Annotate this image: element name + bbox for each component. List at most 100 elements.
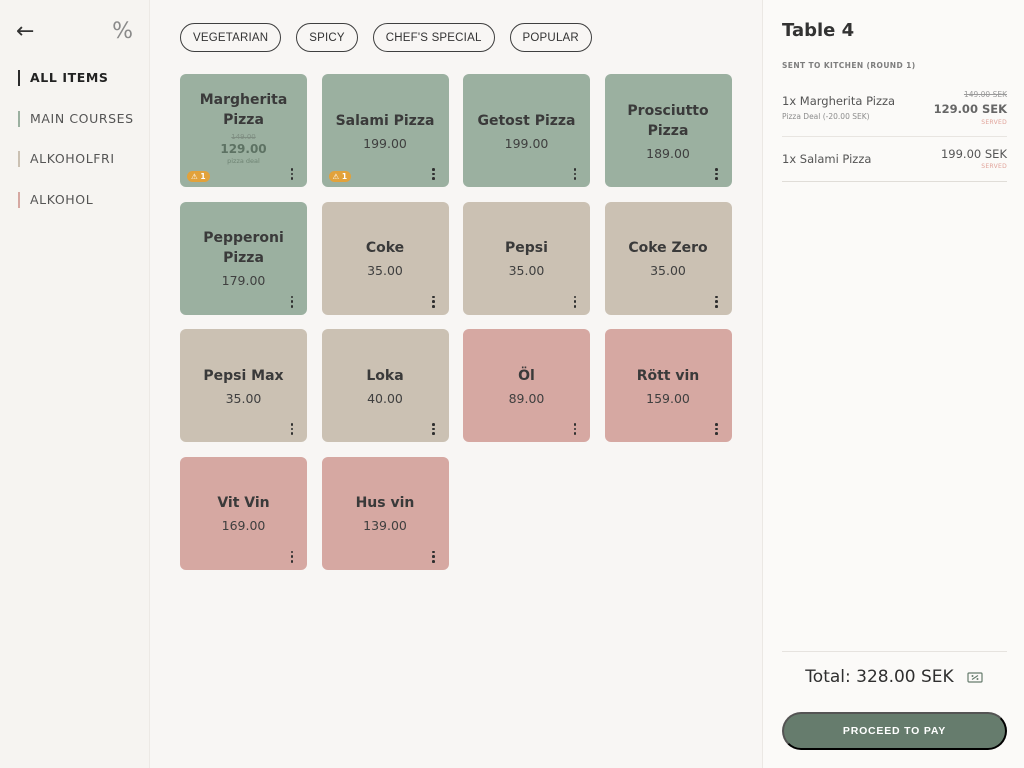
filter-chip-popular[interactable]: POPULAR bbox=[509, 23, 592, 52]
discount-percent-icon[interactable]: % bbox=[112, 21, 133, 43]
order-item-status: SERVED bbox=[981, 163, 1007, 170]
product-price: 199.00 bbox=[363, 135, 407, 151]
product-card[interactable]: Getost Pizza 199.00 bbox=[463, 74, 590, 187]
voucher-icon[interactable] bbox=[967, 669, 983, 685]
category-item-alkoholfri[interactable]: ALKOHOLFRI bbox=[0, 151, 149, 167]
product-price: 169.00 bbox=[221, 518, 266, 533]
product-name: Coke bbox=[365, 240, 405, 256]
product-price: 40.00 bbox=[367, 390, 403, 406]
order-line-item[interactable]: 1x Salami Pizza 199.00 SEK SERVED bbox=[782, 138, 1007, 182]
product-name: Pepsi Max bbox=[203, 367, 284, 384]
category-sidebar: ← % ALL ITEMS MAIN COURSES ALKOHOLFRI AL… bbox=[0, 0, 150, 768]
category-color-bar bbox=[18, 151, 20, 167]
category-label: MAIN COURSES bbox=[30, 110, 134, 126]
product-name: Loka bbox=[366, 367, 404, 384]
order-item-original-price: 149.00 SEK bbox=[963, 90, 1007, 99]
product-card[interactable]: Salami Pizza 199.00 ⚠ 1 bbox=[321, 74, 449, 187]
total-divider bbox=[782, 651, 1007, 652]
product-card[interactable]: Pepsi Max 35.00 bbox=[180, 329, 307, 442]
more-options-icon[interactable] bbox=[714, 295, 720, 308]
product-price: 89.00 bbox=[508, 390, 545, 406]
more-options-icon[interactable] bbox=[289, 168, 295, 180]
more-options-icon[interactable] bbox=[289, 550, 295, 563]
product-price: 159.00 bbox=[646, 390, 690, 406]
category-list: ALL ITEMS MAIN COURSES ALKOHOLFRI ALKOHO… bbox=[0, 70, 149, 208]
filter-chips: VEGETARIAN SPICY CHEF'S SPECIAL POPULAR bbox=[180, 23, 607, 52]
product-name: Margherita Pizza bbox=[199, 91, 288, 128]
product-card[interactable]: Loka 40.00 bbox=[321, 329, 449, 442]
category-label: ALL ITEMS bbox=[30, 70, 109, 85]
product-card[interactable]: Hus vin 139.00 bbox=[321, 456, 449, 570]
category-color-bar bbox=[18, 191, 20, 208]
product-card[interactable]: Pepsi 35.00 bbox=[463, 201, 590, 315]
product-card[interactable]: Vit Vin 169.00 bbox=[180, 456, 307, 570]
product-card[interactable]: Prosciutto Pizza 189.00 bbox=[604, 74, 732, 187]
product-deal-label: pizza deal bbox=[227, 156, 260, 165]
category-item-all-items[interactable]: ALL ITEMS bbox=[0, 70, 149, 86]
more-options-icon[interactable] bbox=[431, 550, 437, 563]
product-card[interactable]: Pepperoni Pizza 179.00 bbox=[180, 201, 307, 315]
more-options-icon[interactable] bbox=[572, 168, 578, 180]
more-options-icon[interactable] bbox=[714, 423, 720, 435]
product-price: 35.00 bbox=[508, 263, 545, 278]
more-options-icon[interactable] bbox=[572, 423, 578, 435]
more-options-icon[interactable] bbox=[572, 295, 578, 308]
product-card[interactable]: Öl 89.00 bbox=[463, 329, 590, 442]
more-options-icon[interactable] bbox=[431, 423, 437, 435]
order-item-price: 129.00 SEK bbox=[933, 102, 1007, 116]
product-original-price: 149.00 bbox=[231, 132, 256, 141]
order-total-row: Total: 328.00 SEK bbox=[763, 667, 1024, 687]
more-options-icon[interactable] bbox=[289, 295, 295, 308]
product-price: 35.00 bbox=[225, 390, 262, 406]
order-item-discount: Pizza Deal (-20.00 SEK) bbox=[782, 112, 870, 121]
product-name: Pepperoni Pizza bbox=[203, 230, 284, 266]
product-grid: Margherita Pizza 149.00 129.00 pizza dea… bbox=[180, 74, 732, 570]
category-color-bar bbox=[18, 110, 20, 127]
allergy-warning-badge: ⚠ 1 bbox=[328, 171, 352, 182]
category-item-main-courses[interactable]: MAIN COURSES bbox=[0, 110, 149, 127]
category-label: ALKOHOL bbox=[30, 191, 94, 207]
kitchen-round-label: SENT TO KITCHEN (ROUND 1) bbox=[782, 61, 916, 70]
product-price: 139.00 bbox=[363, 518, 407, 533]
filter-chip-chefs-special[interactable]: CHEF'S SPECIAL bbox=[372, 23, 495, 52]
category-color-bar bbox=[18, 70, 20, 86]
product-price: 35.00 bbox=[650, 263, 686, 278]
filter-chip-vegetarian[interactable]: VEGETARIAN bbox=[180, 23, 282, 52]
order-line-item[interactable]: 1x Margherita Pizza Pizza Deal (-20.00 S… bbox=[782, 86, 1007, 137]
sidebar-header: ← % bbox=[0, 0, 149, 64]
product-price: 35.00 bbox=[367, 263, 403, 278]
order-item-name: 1x Margherita Pizza bbox=[782, 94, 896, 108]
product-price: 179.00 bbox=[221, 273, 266, 288]
product-discounted-price: 129.00 bbox=[220, 141, 267, 156]
back-arrow-icon[interactable]: ← bbox=[16, 21, 34, 43]
order-item-price: 199.00 SEK bbox=[940, 147, 1007, 161]
product-name: Rött vin bbox=[636, 367, 700, 384]
product-name: Coke Zero bbox=[628, 240, 708, 256]
filter-chip-spicy[interactable]: SPICY bbox=[296, 23, 358, 52]
product-price: 189.00 bbox=[646, 145, 690, 161]
proceed-to-pay-button[interactable]: PROCEED TO PAY bbox=[782, 712, 1007, 750]
product-name: Pepsi bbox=[505, 240, 548, 256]
order-total: Total: 328.00 SEK bbox=[805, 667, 954, 687]
product-name: Öl bbox=[518, 367, 535, 384]
product-card[interactable]: Coke Zero 35.00 bbox=[604, 201, 732, 315]
order-item-status: SERVED bbox=[981, 119, 1007, 126]
category-item-alkohol[interactable]: ALKOHOL bbox=[0, 191, 149, 208]
order-item-name: 1x Salami Pizza bbox=[782, 152, 872, 166]
allergy-warning-badge: ⚠ 1 bbox=[187, 171, 210, 182]
more-options-icon[interactable] bbox=[431, 295, 437, 308]
product-name: Hus vin bbox=[355, 495, 415, 511]
more-options-icon[interactable] bbox=[289, 423, 295, 435]
table-title: Table 4 bbox=[782, 20, 855, 41]
product-card[interactable]: Coke 35.00 bbox=[321, 201, 449, 315]
category-label: ALKOHOLFRI bbox=[30, 151, 115, 166]
product-card[interactable]: Margherita Pizza 149.00 129.00 pizza dea… bbox=[180, 74, 307, 187]
product-name: Salami Pizza bbox=[335, 112, 435, 129]
product-name: Getost Pizza bbox=[477, 112, 576, 129]
product-card[interactable]: Rött vin 159.00 bbox=[604, 329, 732, 442]
order-panel: Table 4 SENT TO KITCHEN (ROUND 1) 1x Mar… bbox=[762, 0, 1024, 768]
product-name: Prosciutto Pizza bbox=[627, 102, 709, 139]
more-options-icon[interactable] bbox=[431, 168, 437, 180]
more-options-icon[interactable] bbox=[714, 168, 720, 180]
product-price: 199.00 bbox=[504, 135, 549, 151]
